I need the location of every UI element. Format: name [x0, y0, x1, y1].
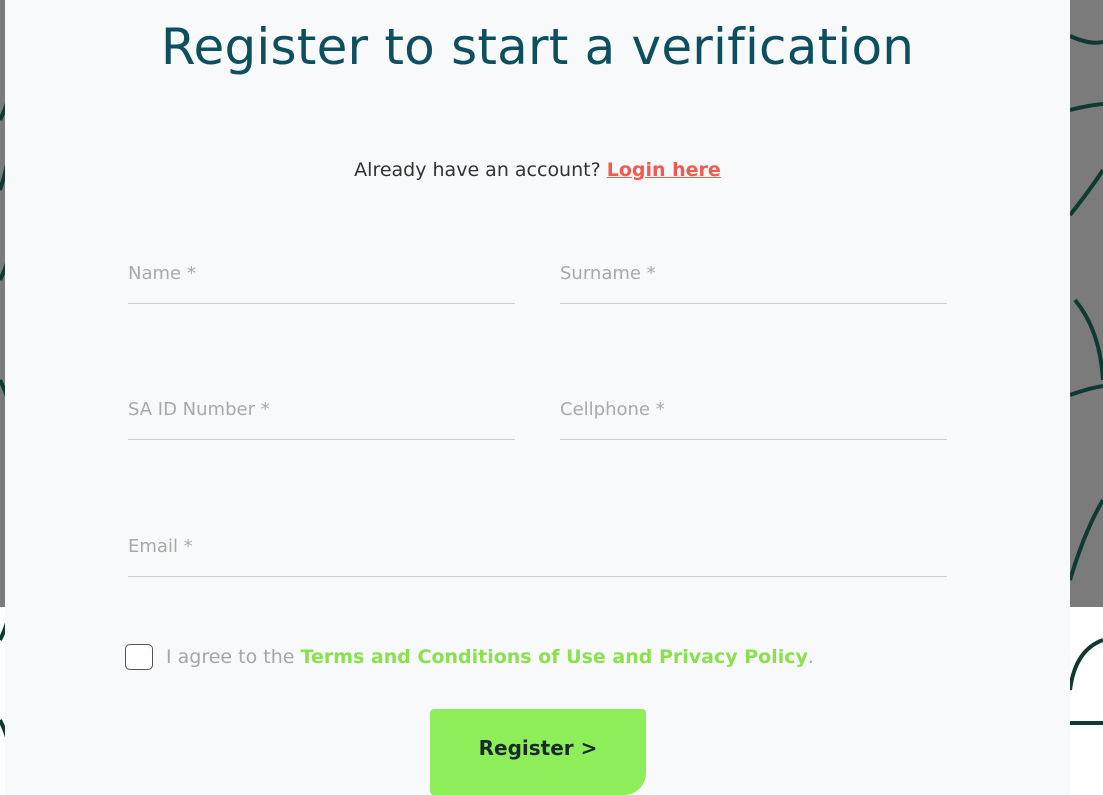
registration-modal: Register to start a verification Already… [5, 0, 1070, 795]
cellphone-field [560, 381, 947, 440]
email-field [128, 518, 947, 577]
terms-text: I agree to the Terms and Conditions of U… [166, 646, 814, 668]
login-prompt-row: Already have an account? Login here [5, 159, 1070, 181]
register-button[interactable]: Register > [430, 709, 646, 795]
terms-suffix: . [807, 646, 814, 668]
sa-id-number-input[interactable] [128, 389, 515, 429]
terms-row: I agree to the Terms and Conditions of U… [125, 642, 814, 672]
name-input[interactable] [128, 253, 515, 293]
terms-prefix: I agree to the [166, 646, 295, 668]
login-prompt-text: Already have an account? [354, 159, 601, 181]
login-link[interactable]: Login here [607, 159, 721, 181]
sa-id-number-field [128, 381, 515, 440]
email-input[interactable] [128, 526, 947, 566]
terms-link[interactable]: Terms and Conditions of Use and Privacy … [301, 646, 808, 668]
surname-input[interactable] [560, 253, 947, 293]
name-field [128, 245, 515, 304]
page-title: Register to start a verification [160, 18, 915, 76]
cellphone-input[interactable] [560, 389, 947, 429]
surname-field [560, 245, 947, 304]
terms-checkbox[interactable] [125, 644, 153, 670]
